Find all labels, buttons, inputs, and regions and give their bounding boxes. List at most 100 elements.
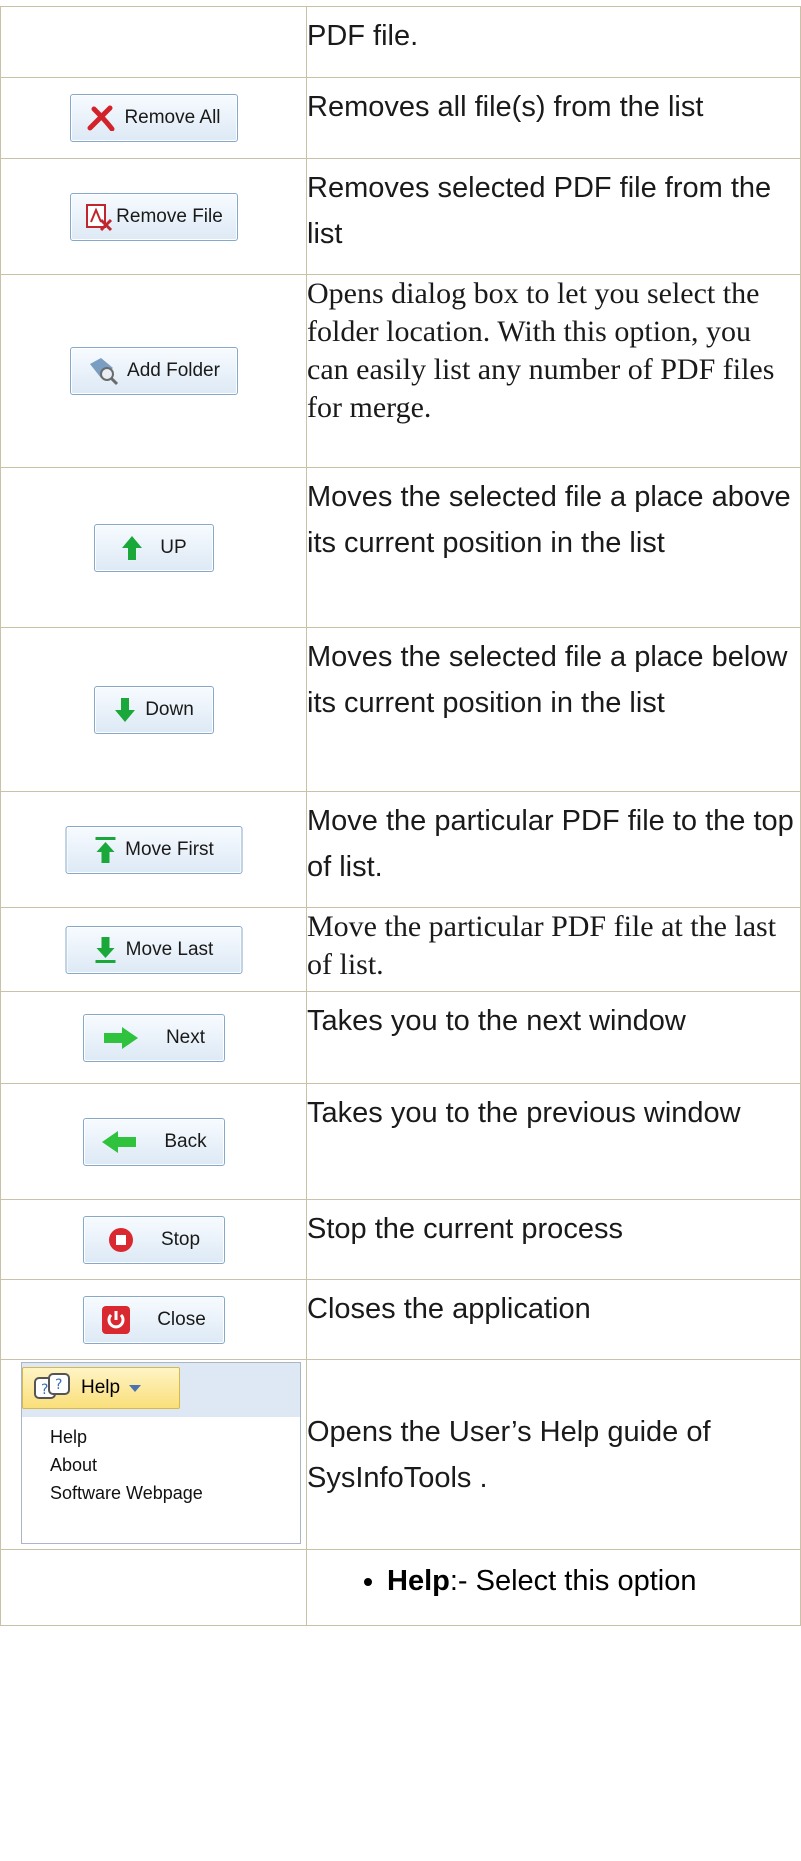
- description-cell: Opens dialog box to let you select the f…: [306, 274, 801, 468]
- button-label: Down: [145, 698, 194, 720]
- button-cell: [0, 6, 307, 78]
- arrow-left-icon: [102, 1130, 137, 1153]
- description-text: PDF file.: [307, 20, 419, 52]
- button-cell: Next: [0, 991, 307, 1084]
- bullet-text: :- Select this option: [449, 1565, 697, 1597]
- button-cell: Move First: [0, 791, 307, 908]
- button-cell: UP: [0, 467, 307, 628]
- description-cell: Move the particular PDF file to the top …: [306, 791, 801, 908]
- button-label: UP: [160, 536, 187, 558]
- button-label: Close: [157, 1308, 206, 1330]
- table-row: Next Takes you to the next window: [0, 991, 801, 1084]
- button-cell: Remove File: [0, 158, 307, 275]
- magnifier-folder-icon: [90, 358, 119, 386]
- down-button[interactable]: Down: [93, 685, 214, 734]
- red-x-icon: [87, 105, 115, 131]
- table-row: Remove File Removes selected PDF file fr…: [0, 158, 801, 275]
- button-label: Remove All: [124, 107, 221, 128]
- help-icon: ??: [34, 1373, 70, 1399]
- button-cell: Stop: [0, 1199, 307, 1280]
- description-cell: PDF file.: [306, 6, 801, 78]
- feature-table: PDF file. Remove All Removes all file(s)…: [0, 6, 801, 1626]
- close-button[interactable]: Close: [82, 1295, 225, 1344]
- move-first-icon: [95, 836, 116, 863]
- button-cell: Add Folder: [0, 274, 307, 468]
- description-text: Move the particular PDF file at the last…: [307, 910, 777, 981]
- move-first-button[interactable]: Move First: [65, 825, 242, 874]
- menu-item-help[interactable]: Help: [50, 1423, 300, 1451]
- description-cell: Moves the selected file a place below it…: [306, 627, 801, 792]
- list-item: Help:- Select this option: [387, 1558, 800, 1604]
- arrow-up-icon: [122, 535, 143, 560]
- button-cell: Remove All: [0, 77, 307, 159]
- button-label: Next: [165, 1026, 206, 1048]
- button-label: Move Last: [125, 938, 214, 960]
- description-cell: Closes the application: [306, 1279, 801, 1360]
- description-text: Closes the application: [307, 1293, 591, 1325]
- table-row: Back Takes you to the previous window: [0, 1083, 801, 1200]
- description-cell: Moves the selected file a place above it…: [306, 467, 801, 628]
- pdf-remove-icon: [86, 203, 113, 231]
- table-row: Move Last Move the particular PDF file a…: [0, 907, 801, 992]
- power-icon: [102, 1305, 131, 1334]
- move-last-button[interactable]: Move Last: [65, 925, 242, 974]
- description-cell: Move the particular PDF file at the last…: [306, 907, 801, 992]
- remove-all-button[interactable]: Remove All: [69, 94, 238, 142]
- table-row: Down Moves the selected file a place bel…: [0, 627, 801, 792]
- button-cell: Back: [0, 1083, 307, 1200]
- description-cell: Stop the current process: [306, 1199, 801, 1280]
- help-toolbar: ?? Help: [22, 1363, 300, 1417]
- table-row: UP Moves the selected file a place above…: [0, 467, 801, 628]
- button-label: Back: [164, 1130, 207, 1152]
- button-label: Help: [81, 1377, 121, 1398]
- description-cell: Removes selected PDF file from the list: [306, 158, 801, 275]
- arrow-right-icon: [103, 1026, 138, 1049]
- remove-file-button[interactable]: Remove File: [69, 192, 238, 241]
- description-text: Moves the selected file a place below it…: [307, 641, 788, 719]
- description-text: Opens the User’s Help guide of SysInfoTo…: [307, 1415, 711, 1494]
- description-text: Opens dialog box to let you select the f…: [307, 277, 775, 424]
- chevron-down-icon: [129, 1385, 142, 1392]
- description-text: Moves the selected file a place above it…: [307, 481, 791, 559]
- add-folder-button[interactable]: Add Folder: [69, 347, 238, 395]
- description-cell: Removes all file(s) from the list: [306, 77, 801, 159]
- help-menu-button[interactable]: ?? Help: [22, 1367, 180, 1409]
- table-row: ?? Help Help About Software Webpage Open…: [0, 1359, 801, 1550]
- menu-item-about[interactable]: About: [50, 1451, 300, 1479]
- button-cell: ?? Help Help About Software Webpage: [0, 1359, 307, 1550]
- stop-icon: [108, 1227, 133, 1252]
- description-cell: Help:- Select this option: [306, 1549, 801, 1626]
- table-row: Stop Stop the current process: [0, 1199, 801, 1280]
- description-cell: Takes you to the next window: [306, 991, 801, 1084]
- arrow-down-icon: [115, 697, 136, 722]
- description-text: Stop the current process: [307, 1213, 623, 1245]
- description-text: Removes all file(s) from the list: [307, 91, 704, 123]
- svg-text:?: ?: [55, 1377, 62, 1393]
- description-text: Removes selected PDF file from the list: [307, 172, 772, 250]
- description-text: Move the particular PDF file to the top …: [307, 805, 794, 883]
- description-text: Takes you to the next window: [307, 1005, 686, 1037]
- table-row: Move First Move the particular PDF file …: [0, 791, 801, 908]
- back-button[interactable]: Back: [82, 1117, 225, 1166]
- description-text: Takes you to the previous window: [307, 1097, 741, 1129]
- table-row: PDF file.: [0, 6, 801, 78]
- description-cell: Opens the User’s Help guide of SysInfoTo…: [306, 1359, 801, 1550]
- help-dropdown: ?? Help Help About Software Webpage: [21, 1362, 301, 1544]
- button-cell: [0, 1549, 307, 1626]
- stop-button[interactable]: Stop: [82, 1215, 225, 1264]
- button-label: Stop: [160, 1228, 201, 1250]
- button-label: Add Folder: [127, 360, 220, 381]
- table-row: Remove All Removes all file(s) from the …: [0, 77, 801, 159]
- bullet-bold: Help: [387, 1565, 450, 1597]
- svg-text:?: ?: [41, 1382, 48, 1398]
- button-cell: Down: [0, 627, 307, 792]
- next-button[interactable]: Next: [82, 1013, 225, 1062]
- button-cell: Move Last: [0, 907, 307, 992]
- menu-item-software-webpage[interactable]: Software Webpage: [50, 1479, 300, 1507]
- bullet-list: Help:- Select this option: [307, 1558, 800, 1604]
- button-label: Move First: [125, 838, 214, 860]
- table-row: Close Closes the application: [0, 1279, 801, 1360]
- description-cell: Takes you to the previous window: [306, 1083, 801, 1200]
- button-label: Remove File: [116, 205, 223, 227]
- up-button[interactable]: UP: [93, 523, 214, 572]
